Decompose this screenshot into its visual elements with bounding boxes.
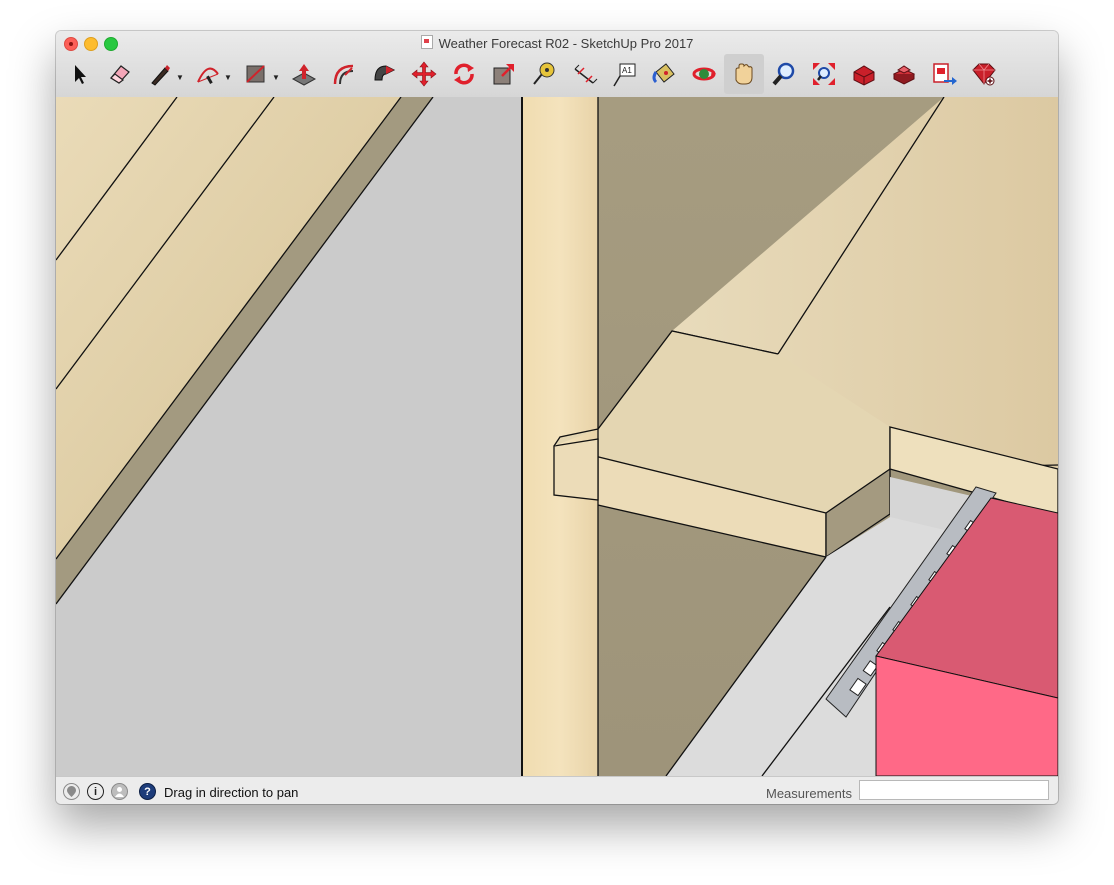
follow-me-icon	[374, 65, 396, 81]
line-tool-button[interactable]	[140, 54, 180, 94]
document-icon	[420, 35, 433, 49]
main-toolbar: ▼ ▼ ▼ A1	[56, 53, 1058, 97]
eraser-tool-button[interactable]	[100, 54, 140, 94]
person-silhouette-icon	[115, 787, 124, 797]
window-title: Weather Forecast R02 - SketchUp Pro 2017	[438, 36, 694, 51]
credits-info-icon[interactable]: i	[87, 783, 104, 800]
push-pull-tool-button[interactable]	[284, 54, 324, 94]
tape-measure-icon	[533, 62, 555, 85]
info-glyph: i	[93, 785, 98, 798]
status-bar: i ? Drag in direction to pan Measurement…	[56, 776, 1058, 804]
zoom-extents-tool-button[interactable]	[804, 54, 844, 94]
scale-icon	[493, 64, 514, 85]
status-message: Drag in direction to pan	[164, 785, 299, 800]
push-pull-icon	[291, 64, 317, 86]
offset-tool-button[interactable]	[324, 54, 364, 94]
send-to-layout-tool-button[interactable]	[924, 54, 964, 94]
window-title-wrap: Weather Forecast R02 - SketchUp Pro 2017	[56, 35, 1058, 52]
3d-model-scene	[56, 97, 1058, 776]
drawing-viewport[interactable]	[56, 97, 1058, 776]
zoom-icon	[772, 62, 795, 86]
dimension-icon	[574, 64, 598, 84]
pan-hand-icon	[735, 63, 753, 85]
dimension-tool-button[interactable]	[564, 54, 604, 94]
text-tool-button[interactable]: A1	[604, 54, 644, 94]
extension-manager-tool-button[interactable]	[964, 54, 1004, 94]
line-dropdown-icon[interactable]: ▼	[176, 73, 184, 82]
geo-location-icon[interactable]	[63, 783, 80, 800]
eraser-icon	[110, 65, 130, 84]
select-tool-button[interactable]	[60, 54, 100, 94]
tape-measure-tool-button[interactable]	[524, 54, 564, 94]
line-pencil-icon	[151, 65, 170, 86]
zoom-extents-icon	[813, 63, 835, 85]
location-pin-icon	[67, 786, 76, 797]
arc-tool-button[interactable]	[188, 54, 228, 94]
text-label-icon: A1	[613, 63, 636, 87]
3d-warehouse-icon	[853, 65, 875, 86]
move-tool-button[interactable]	[404, 54, 444, 94]
send-to-layout-icon	[933, 63, 957, 85]
paint-bucket-tool-button[interactable]	[644, 54, 684, 94]
orbit-icon	[692, 67, 716, 81]
3d-warehouse-tool-button[interactable]	[844, 54, 884, 94]
move-icon	[411, 61, 437, 87]
user-account-icon[interactable]	[111, 783, 128, 800]
arc-dropdown-icon[interactable]: ▼	[224, 73, 232, 82]
extension-manager-icon	[972, 63, 996, 86]
extension-warehouse-tool-button[interactable]	[884, 54, 924, 94]
sketchup-window: Weather Forecast R02 - SketchUp Pro 2017…	[56, 31, 1058, 804]
offset-icon	[333, 64, 354, 85]
pan-tool-button[interactable]	[724, 54, 764, 94]
rotate-icon	[454, 63, 474, 85]
rectangle-tool-button[interactable]	[236, 54, 276, 94]
measurements-label: Measurements	[766, 786, 852, 801]
rectangle-icon	[246, 65, 265, 83]
orbit-tool-button[interactable]	[684, 54, 724, 94]
rectangle-dropdown-icon[interactable]: ▼	[272, 73, 280, 82]
measurements-input[interactable]	[859, 780, 1049, 800]
arc-icon	[197, 67, 219, 84]
rotate-tool-button[interactable]	[444, 54, 484, 94]
extension-warehouse-icon	[892, 65, 916, 85]
zoom-tool-button[interactable]	[764, 54, 804, 94]
help-glyph: ?	[144, 785, 151, 798]
scale-tool-button[interactable]	[484, 54, 524, 94]
follow-me-tool-button[interactable]	[364, 54, 404, 94]
text-tool-glyph: A1	[622, 66, 632, 75]
paint-bucket-icon	[652, 63, 675, 84]
title-bar: Weather Forecast R02 - SketchUp Pro 2017…	[56, 31, 1058, 98]
instructor-help-icon[interactable]: ?	[139, 783, 156, 800]
select-arrow-icon	[75, 65, 86, 84]
